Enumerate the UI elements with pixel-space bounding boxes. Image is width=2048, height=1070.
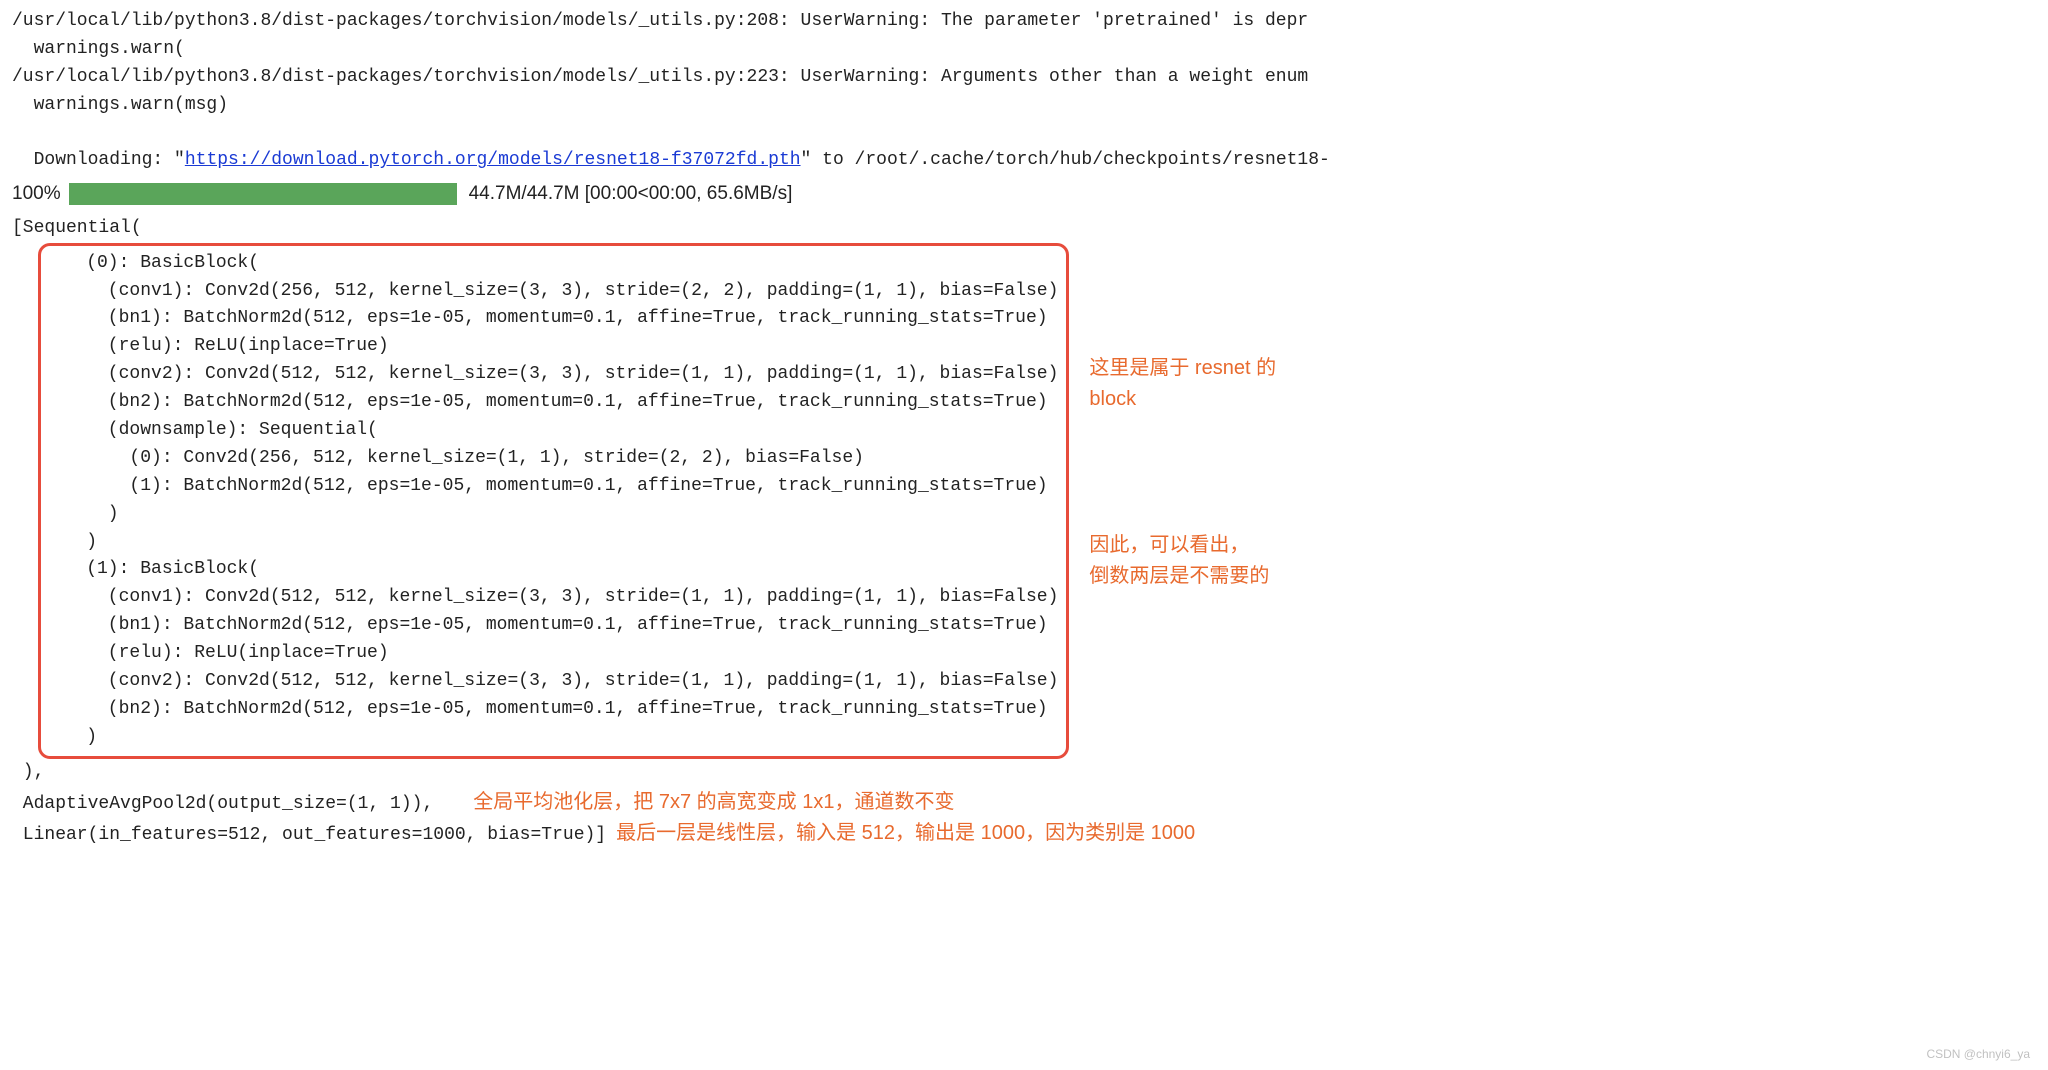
- sequential-open: [Sequential(: [12, 215, 2036, 243]
- warning-line-2-cont: warnings.warn(msg): [12, 92, 2036, 120]
- code-line: (relu): ReLU(inplace=True): [43, 333, 1058, 361]
- code-line: (1): BatchNorm2d(512, eps=1e-05, momentu…: [43, 473, 1058, 501]
- warning-line-1-cont: warnings.warn(: [12, 36, 2036, 64]
- code-line: (bn1): BatchNorm2d(512, eps=1e-05, momen…: [43, 305, 1058, 333]
- annotation-linear: 最后一层是线性层，输入是 512，输出是 1000，因为类别是 1000: [616, 818, 1195, 849]
- code-line: (bn2): BatchNorm2d(512, eps=1e-05, momen…: [43, 696, 1058, 724]
- warning-line-2: /usr/local/lib/python3.8/dist-packages/t…: [12, 64, 2036, 92]
- code-line: (conv1): Conv2d(512, 512, kernel_size=(3…: [43, 584, 1058, 612]
- code-line: (conv2): Conv2d(512, 512, kernel_size=(3…: [43, 668, 1058, 696]
- progress-percent: 100%: [12, 179, 61, 208]
- code-line: (conv1): Conv2d(256, 512, kernel_size=(3…: [43, 278, 1058, 306]
- sequential-close: ),: [12, 759, 2036, 787]
- code-line: (downsample): Sequential(: [43, 417, 1058, 445]
- highlighted-block: (0): BasicBlock( (conv1): Conv2d(256, 51…: [38, 243, 1069, 759]
- code-line: (0): BasicBlock(: [43, 250, 1058, 278]
- linear-line: Linear(in_features=512, out_features=100…: [12, 822, 606, 850]
- annotation-avgpool: 全局平均池化层，把 7x7 的高宽变成 1x1，通道数不变: [473, 787, 954, 818]
- code-line: (bn2): BatchNorm2d(512, eps=1e-05, momen…: [43, 389, 1058, 417]
- progress-stats: 44.7M/44.7M [00:00<00:00, 65.6MB/s]: [469, 179, 793, 208]
- code-line: (0): Conv2d(256, 512, kernel_size=(1, 1)…: [43, 445, 1058, 473]
- download-suffix: " to /root/.cache/torch/hub/checkpoints/…: [801, 150, 1330, 170]
- code-line: ): [43, 501, 1058, 529]
- warning-line-1: /usr/local/lib/python3.8/dist-packages/t…: [12, 8, 2036, 36]
- code-line: ): [43, 529, 1058, 557]
- code-line: (bn1): BatchNorm2d(512, eps=1e-05, momen…: [43, 612, 1058, 640]
- code-line: (relu): ReLU(inplace=True): [43, 640, 1058, 668]
- watermark: CSDN @chnyi6_ya: [1926, 1045, 2030, 1064]
- annotation-last-layers: 因此，可以看出， 倒数两层是不需要的: [1089, 530, 1276, 592]
- code-line: (1): BasicBlock(: [43, 556, 1058, 584]
- code-line: (conv2): Conv2d(512, 512, kernel_size=(3…: [43, 361, 1058, 389]
- code-line: ): [43, 724, 1058, 752]
- progress-bar: [69, 183, 457, 205]
- progress-row: 100% 44.7M/44.7M [00:00<00:00, 65.6MB/s]: [12, 179, 2036, 208]
- avgpool-line: AdaptiveAvgPool2d(output_size=(1, 1)),: [12, 791, 433, 819]
- annotation-resnet-block: 这里是属于 resnet 的 block: [1089, 353, 1276, 415]
- download-line: Downloading: "https://download.pytorch.o…: [12, 120, 2036, 176]
- side-annotations: 这里是属于 resnet 的 block 因此，可以看出， 倒数两层是不需要的: [1089, 243, 1276, 592]
- download-url-link[interactable]: https://download.pytorch.org/models/resn…: [185, 150, 801, 170]
- download-prefix: Downloading: ": [34, 150, 185, 170]
